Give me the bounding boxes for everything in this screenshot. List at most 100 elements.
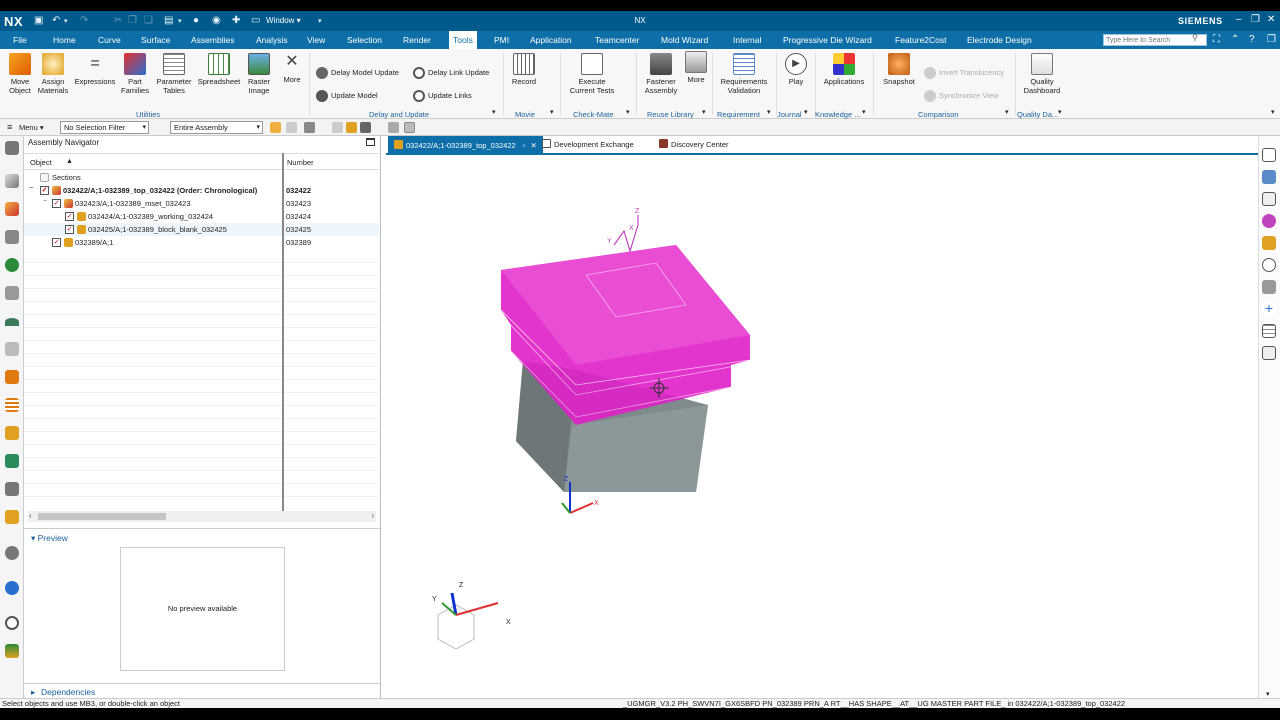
menu-view[interactable]: View bbox=[307, 35, 325, 45]
requirements-validation-button[interactable]: Requirements Validation bbox=[717, 53, 771, 95]
collapse-icon[interactable]: − bbox=[43, 198, 47, 205]
web-browser-icon[interactable] bbox=[5, 318, 19, 326]
menu-file[interactable]: File bbox=[13, 35, 27, 45]
checkmate-dropdown-icon[interactable]: ▾ bbox=[626, 108, 630, 116]
quality-dropdown-icon[interactable]: ▾ bbox=[1058, 108, 1062, 116]
tree-row-working[interactable]: ✓ 032424/A;1-032389_working_032424 03242… bbox=[24, 210, 379, 223]
visibility-checkbox[interactable]: ✓ bbox=[52, 199, 61, 208]
delay-group-dropdown-icon[interactable]: ▾ bbox=[492, 108, 496, 116]
menu-selection[interactable]: Selection bbox=[347, 35, 382, 45]
menu-lines-icon[interactable]: ≡ bbox=[7, 122, 12, 132]
expressions-button[interactable]: = Expressions bbox=[72, 53, 118, 86]
minimize-button[interactable]: – bbox=[1236, 14, 1242, 25]
analysis-icon[interactable] bbox=[5, 644, 19, 658]
update-model-button[interactable]: Update Model bbox=[316, 90, 378, 102]
collapse-icon[interactable]: − bbox=[29, 185, 33, 192]
history-icon[interactable] bbox=[5, 342, 19, 356]
face-select-icon[interactable] bbox=[388, 122, 399, 133]
spreadsheet-button[interactable]: Spreadsheet bbox=[196, 53, 242, 86]
scroll-right-icon[interactable]: › bbox=[371, 511, 374, 520]
globe-icon[interactable] bbox=[5, 581, 19, 595]
menu-tools[interactable]: Tools bbox=[449, 31, 477, 49]
tab-pin-icon[interactable]: ▫ bbox=[523, 141, 526, 150]
column-number[interactable]: Number bbox=[287, 158, 314, 167]
tree-row-mset[interactable]: − ✓ 032423/A;1-032389_mset_032423 032423 bbox=[24, 197, 379, 210]
menu-curve[interactable]: Curve bbox=[98, 35, 121, 45]
tab-discovery-center[interactable]: Discovery Center bbox=[659, 139, 729, 149]
die-wizard-icon[interactable] bbox=[5, 510, 19, 524]
menu-pmi[interactable]: PMI bbox=[494, 35, 509, 45]
applications-button[interactable]: Applications bbox=[820, 53, 868, 86]
menu-render[interactable]: Render bbox=[403, 35, 431, 45]
assign-materials-button[interactable]: Assign Materials bbox=[36, 53, 70, 95]
rendering-style-icon[interactable] bbox=[1262, 236, 1276, 250]
shaded-cube-icon[interactable] bbox=[1262, 280, 1276, 294]
preview-header[interactable]: ▾ Preview bbox=[31, 533, 68, 544]
execute-current-tests-button[interactable]: Execute Current Tests bbox=[565, 53, 619, 95]
graphics-window[interactable]: 032422/A;1-032389_top_032422 ▫ ✕ Develop… bbox=[386, 136, 1258, 698]
raster-image-button[interactable]: Raster Image bbox=[244, 53, 274, 95]
reuse-more-button[interactable]: More bbox=[684, 51, 708, 84]
tree-row-sections[interactable]: Sections bbox=[24, 171, 379, 184]
fullscreen-icon[interactable]: ⛶ bbox=[1213, 34, 1220, 45]
menu-assemblies[interactable]: Assemblies bbox=[191, 35, 234, 45]
tree-row-top-assembly[interactable]: − ✓ 032422/A;1-032389_top_032422 (Order:… bbox=[24, 184, 379, 197]
selection-scope-dropdown[interactable]: Entire Assembly ▾ bbox=[170, 121, 263, 134]
selection-mode-icon[interactable] bbox=[304, 122, 315, 133]
scroll-left-icon[interactable]: ‹ bbox=[29, 511, 32, 520]
part-families-button[interactable]: Part Families bbox=[118, 53, 152, 95]
menu-mold-wizard[interactable]: Mold Wizard bbox=[661, 35, 708, 45]
fastener-assembly-button[interactable]: Fastener Assembly bbox=[641, 53, 681, 95]
journal-dropdown-icon[interactable]: ▾ bbox=[804, 108, 808, 116]
menu-internal[interactable]: Internal bbox=[733, 35, 761, 45]
requirement-dropdown-icon[interactable]: ▾ bbox=[767, 108, 771, 116]
assembly-navigator-icon[interactable] bbox=[5, 202, 19, 216]
system-materials-icon[interactable] bbox=[5, 370, 19, 384]
update-links-button[interactable]: Update Links bbox=[413, 90, 472, 102]
collapse-ribbon-icon[interactable]: ⌃ bbox=[1231, 34, 1239, 45]
view-orientation-triad[interactable] bbox=[437, 592, 499, 650]
model-viewport[interactable]: Z Y X Z X Z X Y bbox=[386, 155, 1258, 696]
ribbon-options-icon[interactable]: ▾ bbox=[1271, 108, 1275, 116]
dependencies-panel[interactable]: ▸ Dependencies bbox=[24, 683, 380, 698]
quality-dashboard-button[interactable]: Quality Dashboard bbox=[1020, 53, 1064, 95]
delay-model-update-button[interactable]: Delay Model Update bbox=[316, 67, 399, 79]
tree-row-block-blank[interactable]: ✓ 032425/A;1-032389_block_blank_032425 0… bbox=[24, 223, 379, 236]
menu-electrode-design[interactable]: Electrode Design bbox=[967, 35, 1032, 45]
part-navigator-icon[interactable] bbox=[5, 174, 19, 188]
expand-icon[interactable]: ▸ bbox=[31, 687, 35, 698]
orient-view-icon[interactable] bbox=[1262, 214, 1276, 228]
menu-teamcenter[interactable]: Teamcenter bbox=[595, 35, 639, 45]
hd3d-tools-icon[interactable] bbox=[5, 286, 19, 300]
reuse-library-icon[interactable] bbox=[5, 258, 19, 272]
help-icon[interactable]: ? bbox=[1249, 34, 1255, 45]
reuse-dropdown-icon[interactable]: ▾ bbox=[702, 108, 706, 116]
menu-analysis[interactable]: Analysis bbox=[256, 35, 288, 45]
parameter-tables-button[interactable]: Parameter Tables bbox=[154, 53, 194, 95]
restore-window-icon[interactable]: ❐ bbox=[1267, 34, 1276, 45]
process-studio-icon[interactable] bbox=[5, 398, 19, 412]
menu-dropdown[interactable]: Menu ▾ bbox=[19, 123, 44, 132]
knowledge-dropdown-icon[interactable]: ▾ bbox=[862, 108, 866, 116]
mold-wizard-icon[interactable] bbox=[5, 482, 19, 496]
delay-link-update-button[interactable]: Delay Link Update bbox=[413, 67, 489, 79]
comparison-dropdown-icon[interactable]: ▾ bbox=[1005, 108, 1009, 116]
menu-application[interactable]: Application bbox=[530, 35, 572, 45]
scrollbar-thumb[interactable] bbox=[38, 513, 166, 520]
fit-view-icon[interactable] bbox=[1262, 148, 1276, 162]
menu-feature2cost[interactable]: Feature2Cost bbox=[895, 35, 947, 45]
hide-show-icon[interactable] bbox=[1262, 258, 1276, 272]
column-object[interactable]: Object bbox=[30, 158, 52, 167]
visibility-checkbox[interactable]: ✓ bbox=[52, 238, 61, 247]
body-select-icon[interactable] bbox=[404, 122, 415, 133]
layers-icon[interactable] bbox=[1262, 324, 1276, 338]
assembly-view-icon[interactable] bbox=[1262, 346, 1276, 360]
close-button[interactable]: ✕ bbox=[1267, 14, 1275, 25]
constraint-navigator-icon[interactable] bbox=[5, 230, 19, 244]
restore-button[interactable]: ❐ bbox=[1251, 14, 1260, 25]
restore-panel-icon[interactable] bbox=[366, 138, 375, 146]
rotate-icon[interactable] bbox=[1262, 192, 1276, 206]
menu-home[interactable]: Home bbox=[53, 35, 76, 45]
column-splitter[interactable] bbox=[282, 153, 284, 512]
move-object-button[interactable]: Move Object bbox=[4, 53, 36, 95]
